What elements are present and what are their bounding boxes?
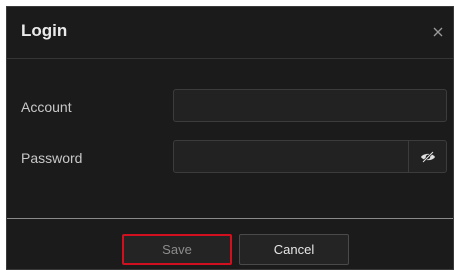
dialog-footer: Save Cancel	[7, 218, 453, 269]
eye-slash-icon[interactable]	[408, 141, 446, 172]
dialog-body: Account Password	[7, 59, 453, 219]
password-input[interactable]	[174, 141, 408, 172]
close-icon[interactable]	[431, 25, 445, 39]
dialog-title: Login	[21, 21, 68, 40]
cancel-button[interactable]: Cancel	[239, 234, 349, 265]
dialog-header: Login	[7, 7, 453, 59]
account-label: Account	[21, 99, 72, 115]
save-button[interactable]: Save	[122, 234, 232, 265]
password-label: Password	[21, 150, 83, 166]
account-input[interactable]	[173, 89, 447, 122]
login-dialog: Login Account Password Save Cancel	[6, 6, 454, 270]
password-field	[173, 140, 447, 173]
